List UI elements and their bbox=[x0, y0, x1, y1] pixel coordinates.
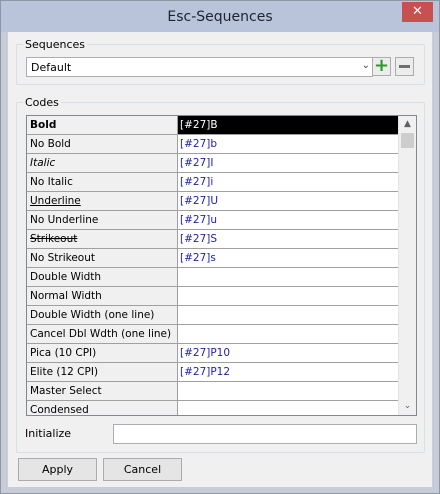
code-name-cell: Double Width bbox=[27, 268, 178, 286]
code-value-cell[interactable]: [#27]u bbox=[178, 211, 399, 229]
cancel-button[interactable]: Cancel bbox=[103, 458, 182, 481]
code-value-cell[interactable]: [#27]B bbox=[178, 116, 399, 134]
scroll-down-icon[interactable]: ⌄ bbox=[399, 398, 416, 415]
table-row[interactable]: Cancel Dbl Wdth (one line) bbox=[27, 325, 399, 344]
apply-button[interactable]: Apply bbox=[18, 458, 97, 481]
remove-sequence-button[interactable] bbox=[395, 57, 414, 76]
codes-group-label: Codes bbox=[23, 96, 61, 109]
sequences-group-label: Sequences bbox=[23, 38, 87, 51]
scroll-up-icon[interactable]: ▲ bbox=[399, 116, 416, 133]
code-value-cell[interactable]: [#27]i bbox=[178, 173, 399, 191]
add-sequence-button[interactable]: + bbox=[372, 57, 391, 76]
table-row[interactable]: Double Width (one line) bbox=[27, 306, 399, 325]
table-row[interactable]: Pica (10 CPI) [#27]P10 bbox=[27, 344, 399, 363]
table-row[interactable]: Condensed bbox=[27, 401, 399, 415]
table-row[interactable]: No Underline [#27]u bbox=[27, 211, 399, 230]
code-value-cell[interactable]: [#27]b bbox=[178, 135, 399, 153]
code-value-cell[interactable] bbox=[178, 401, 399, 415]
table-row[interactable]: No Italic [#27]i bbox=[27, 173, 399, 192]
code-name-cell: Cancel Dbl Wdth (one line) bbox=[27, 325, 178, 343]
code-name-cell: No Italic bbox=[27, 173, 178, 191]
table-row[interactable]: No Bold [#27]b bbox=[27, 135, 399, 154]
table-row[interactable]: Italic [#27]I bbox=[27, 154, 399, 173]
code-name-cell: No Strikeout bbox=[27, 249, 178, 267]
table-row[interactable]: No Strikeout [#27]s bbox=[27, 249, 399, 268]
table-row[interactable]: Master Select bbox=[27, 382, 399, 401]
code-value-cell[interactable]: [#27]s bbox=[178, 249, 399, 267]
code-name-cell: Master Select bbox=[27, 382, 178, 400]
code-name-cell: Double Width (one line) bbox=[27, 306, 178, 324]
code-name-cell: No Bold bbox=[27, 135, 178, 153]
code-name-cell: Italic bbox=[27, 154, 178, 172]
title-bar[interactable]: Esc-Sequences ✕ bbox=[1, 1, 439, 32]
scrollbar-thumb[interactable] bbox=[401, 133, 414, 148]
code-value-cell[interactable]: [#27]I bbox=[178, 154, 399, 172]
code-value-cell[interactable]: [#27]P10 bbox=[178, 344, 399, 362]
code-value-cell[interactable] bbox=[178, 306, 399, 324]
dialog-client: Sequences Default ⌄ + Codes Bold [#27]B No… bbox=[8, 32, 432, 487]
code-value-cell[interactable]: [#27]U bbox=[178, 192, 399, 210]
chevron-down-icon: ⌄ bbox=[361, 60, 370, 71]
code-value-cell[interactable] bbox=[178, 382, 399, 400]
initialize-label: Initialize bbox=[25, 427, 72, 440]
code-name-cell: Strikeout bbox=[27, 230, 178, 248]
code-value-cell[interactable] bbox=[178, 268, 399, 286]
close-button[interactable]: ✕ bbox=[402, 2, 433, 22]
code-value-cell[interactable]: [#27]S bbox=[178, 230, 399, 248]
code-value-cell[interactable] bbox=[178, 325, 399, 343]
table-row[interactable]: Normal Width bbox=[27, 287, 399, 306]
esc-sequences-window: Esc-Sequences ✕ Sequences Default ⌄ + Co… bbox=[0, 0, 440, 494]
table-row[interactable]: Elite (12 CPI) [#27]P12 bbox=[27, 363, 399, 382]
code-name-cell: Pica (10 CPI) bbox=[27, 344, 178, 362]
code-name-cell: No Underline bbox=[27, 211, 178, 229]
code-name-cell: Bold bbox=[27, 116, 178, 134]
code-value-cell[interactable]: [#27]P12 bbox=[178, 363, 399, 381]
code-name-cell: Underline bbox=[27, 192, 178, 210]
table-row[interactable]: Underline [#27]U bbox=[27, 192, 399, 211]
initialize-input[interactable] bbox=[113, 424, 417, 444]
table-row[interactable]: Double Width bbox=[27, 268, 399, 287]
code-value-cell[interactable] bbox=[178, 287, 399, 305]
vertical-scrollbar[interactable]: ▲ ⌄ bbox=[398, 116, 416, 415]
code-name-cell: Elite (12 CPI) bbox=[27, 363, 178, 381]
sequence-select[interactable]: Default ⌄ bbox=[26, 57, 373, 77]
code-name-cell: Normal Width bbox=[27, 287, 178, 305]
code-name-cell: Condensed bbox=[27, 401, 178, 415]
sequence-select-value: Default bbox=[31, 61, 72, 74]
table-row[interactable]: Strikeout [#27]S bbox=[27, 230, 399, 249]
minus-icon bbox=[399, 65, 410, 68]
close-icon: ✕ bbox=[412, 4, 423, 19]
plus-icon: + bbox=[373, 55, 390, 76]
codes-grid[interactable]: Bold [#27]B No Bold [#27]b Italic [#27]I No It… bbox=[26, 115, 417, 416]
window-title: Esc-Sequences bbox=[167, 9, 273, 25]
table-row[interactable]: Bold [#27]B bbox=[27, 116, 399, 135]
